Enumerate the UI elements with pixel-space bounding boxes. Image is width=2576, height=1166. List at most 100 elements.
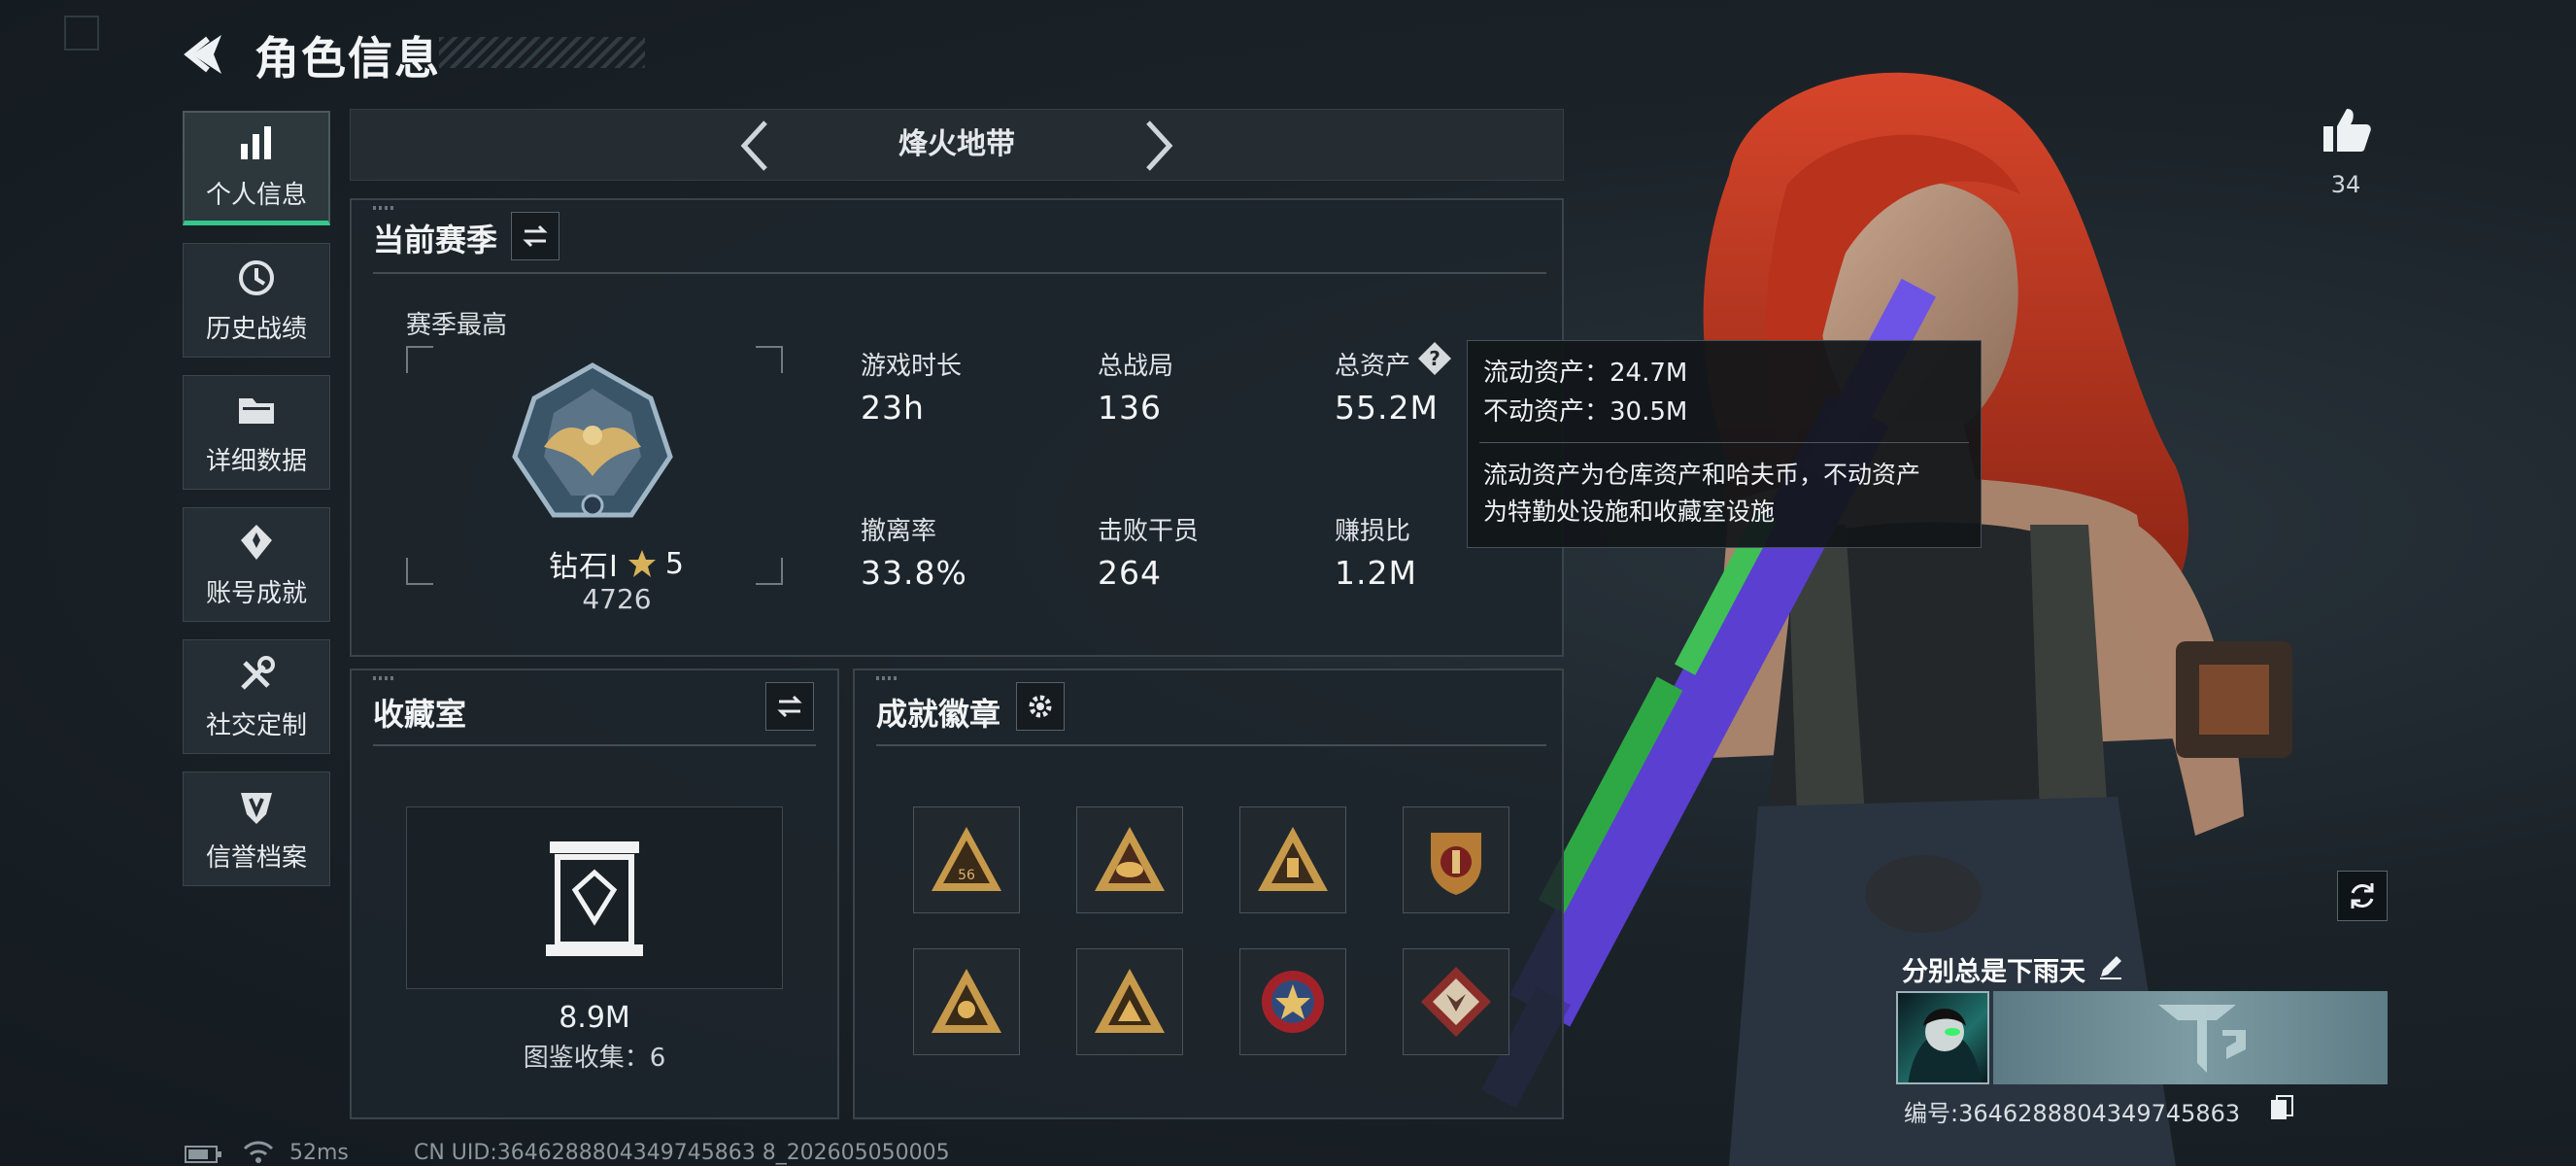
back-arrow-icon[interactable] bbox=[183, 29, 225, 80]
stat-value-extraction-rate: 33.8% bbox=[861, 554, 967, 592]
achievement-medal-icon bbox=[241, 524, 272, 560]
badge-2[interactable] bbox=[1076, 806, 1183, 913]
stat-value-playtime: 23h bbox=[861, 389, 925, 427]
player-namecard[interactable] bbox=[1993, 991, 2388, 1084]
avatar-portrait-icon bbox=[1908, 1009, 1982, 1082]
history-clock-icon bbox=[239, 259, 274, 295]
assets-tooltip: 流动资产：24.7M 不动资产：30.5M 流动资产为仓库资产和哈夫币，不动资产… bbox=[1467, 340, 1982, 548]
divider bbox=[373, 272, 1546, 274]
panel-decoration bbox=[373, 206, 394, 210]
collection-count: 图鉴收集：6 bbox=[523, 1044, 666, 1073]
stat-label-total-assets: 总资产 bbox=[1335, 352, 1411, 381]
badges-settings-button[interactable] bbox=[1016, 682, 1065, 731]
title-decoration bbox=[439, 37, 645, 68]
season-section-title: 当前赛季 bbox=[373, 222, 498, 258]
stat-label-total-matches: 总战局 bbox=[1098, 352, 1174, 381]
triangle-badge-icon bbox=[1258, 827, 1328, 891]
round-star-badge-icon bbox=[1262, 971, 1324, 1033]
diamond-wolf-badge-icon bbox=[1421, 967, 1491, 1037]
divider bbox=[373, 744, 816, 746]
nav-detailed-data[interactable]: 详细数据 bbox=[183, 375, 330, 490]
chevron-left-icon[interactable] bbox=[738, 119, 771, 173]
swap-icon bbox=[523, 224, 548, 248]
star-icon bbox=[627, 550, 656, 577]
triangle-badge-icon bbox=[932, 969, 1001, 1033]
svg-text:?: ? bbox=[1429, 347, 1441, 370]
shield-badge-icon bbox=[1431, 833, 1481, 895]
triangle-badge-icon bbox=[1095, 969, 1165, 1033]
rank-name-row: 钻石I 5 bbox=[525, 542, 709, 585]
tooltip-fixed-assets: 不动资产：30.5M bbox=[1483, 397, 1688, 427]
mode-title: 烽火地带 bbox=[898, 127, 1015, 161]
collection-value: 8.9M bbox=[559, 1001, 630, 1035]
badge-4[interactable] bbox=[1403, 806, 1509, 913]
panel-decoration bbox=[876, 676, 898, 680]
namecard-emblem-icon bbox=[2158, 1005, 2246, 1073]
swap-icon bbox=[777, 695, 802, 718]
nav-label: 详细数据 bbox=[205, 446, 307, 476]
shield-icon bbox=[241, 792, 272, 824]
badge-1[interactable]: 56 bbox=[913, 806, 1020, 913]
stat-value-profit-loss: 1.2M bbox=[1335, 554, 1417, 592]
nav-account-achievements[interactable]: 账号成就 bbox=[183, 507, 330, 622]
panel-decoration bbox=[373, 676, 394, 680]
player-name: 分别总是下雨天 bbox=[1902, 957, 2085, 987]
divider bbox=[876, 744, 1546, 746]
player-avatar[interactable] bbox=[1896, 991, 1989, 1084]
like-count: 34 bbox=[2330, 171, 2361, 198]
gear-icon bbox=[1029, 695, 1052, 718]
wifi-icon bbox=[243, 1141, 274, 1163]
stat-label-extraction-rate: 撤离率 bbox=[861, 517, 937, 546]
nav-label: 账号成就 bbox=[205, 578, 307, 608]
tooltip-desc-line-1: 流动资产为仓库资产和哈夫币，不动资产 bbox=[1483, 461, 1921, 489]
battery-icon bbox=[185, 1146, 221, 1163]
folder-icon bbox=[239, 397, 274, 424]
tooltip-liquid-assets: 流动资产：24.7M bbox=[1483, 359, 1688, 388]
rank-stars: 5 bbox=[664, 546, 685, 581]
triangle-badge-icon bbox=[1095, 827, 1165, 891]
stat-label-operators-defeated: 击败干员 bbox=[1098, 517, 1200, 546]
ping-text: 52ms bbox=[289, 1141, 349, 1165]
help-question-icon[interactable]: ? bbox=[1416, 340, 1453, 377]
bar-chart-icon bbox=[241, 126, 271, 159]
corner-decoration bbox=[64, 16, 99, 51]
badge-5[interactable] bbox=[913, 948, 1020, 1055]
rank-name: 钻石I bbox=[549, 550, 619, 584]
copy-icon[interactable] bbox=[2269, 1094, 2294, 1121]
collection-switch-button[interactable] bbox=[765, 682, 814, 731]
badges-title: 成就徽章 bbox=[876, 696, 1001, 733]
season-best-label: 赛季最高 bbox=[406, 311, 508, 340]
tooltip-desc-line-2: 为特勤处设施和收藏室设施 bbox=[1483, 497, 1776, 526]
edit-pencil-icon[interactable] bbox=[2096, 952, 2125, 981]
badge-6[interactable] bbox=[1076, 948, 1183, 1055]
thumbs-up-icon[interactable] bbox=[2320, 103, 2374, 157]
badge-8[interactable] bbox=[1403, 948, 1509, 1055]
badge-3[interactable] bbox=[1239, 806, 1346, 913]
stat-label-profit-loss: 赚损比 bbox=[1335, 517, 1411, 546]
nav-social-customization[interactable]: 社交定制 bbox=[183, 639, 330, 754]
nav-match-history[interactable]: 历史战绩 bbox=[183, 243, 330, 358]
stat-value-operators-defeated: 264 bbox=[1098, 554, 1162, 592]
stat-value-total-assets: 55.2M bbox=[1335, 389, 1439, 427]
season-switch-button[interactable] bbox=[511, 212, 559, 260]
nav-credit-profile[interactable]: 信誉档案 bbox=[183, 772, 330, 886]
nav-personal-info[interactable]: 个人信息 bbox=[183, 111, 330, 225]
rotate-view-button[interactable] bbox=[2337, 871, 2388, 921]
tools-icon bbox=[241, 655, 275, 690]
uid-text: CN UID:3646288804349745863 8_20260505000… bbox=[414, 1141, 950, 1165]
diamond-rank-emblem-icon bbox=[512, 362, 673, 518]
nav-label: 个人信息 bbox=[205, 181, 307, 210]
stat-label-playtime: 游戏时长 bbox=[861, 352, 963, 381]
nav-label: 社交定制 bbox=[205, 710, 307, 740]
page-title: 角色信息 bbox=[254, 32, 441, 85]
chevron-right-icon[interactable] bbox=[1142, 119, 1175, 173]
nav-label: 信誉档案 bbox=[205, 842, 307, 873]
collection-title: 收藏室 bbox=[373, 696, 467, 733]
badge-7[interactable] bbox=[1239, 948, 1346, 1055]
player-id: 编号:3646288804349745863 bbox=[1904, 1100, 2241, 1127]
display-case-icon bbox=[546, 841, 643, 956]
refresh-icon bbox=[2351, 883, 2374, 909]
badge-1-text: 56 bbox=[958, 868, 975, 883]
rank-score: 4726 bbox=[582, 583, 652, 615]
tooltip-divider bbox=[1479, 442, 1969, 443]
